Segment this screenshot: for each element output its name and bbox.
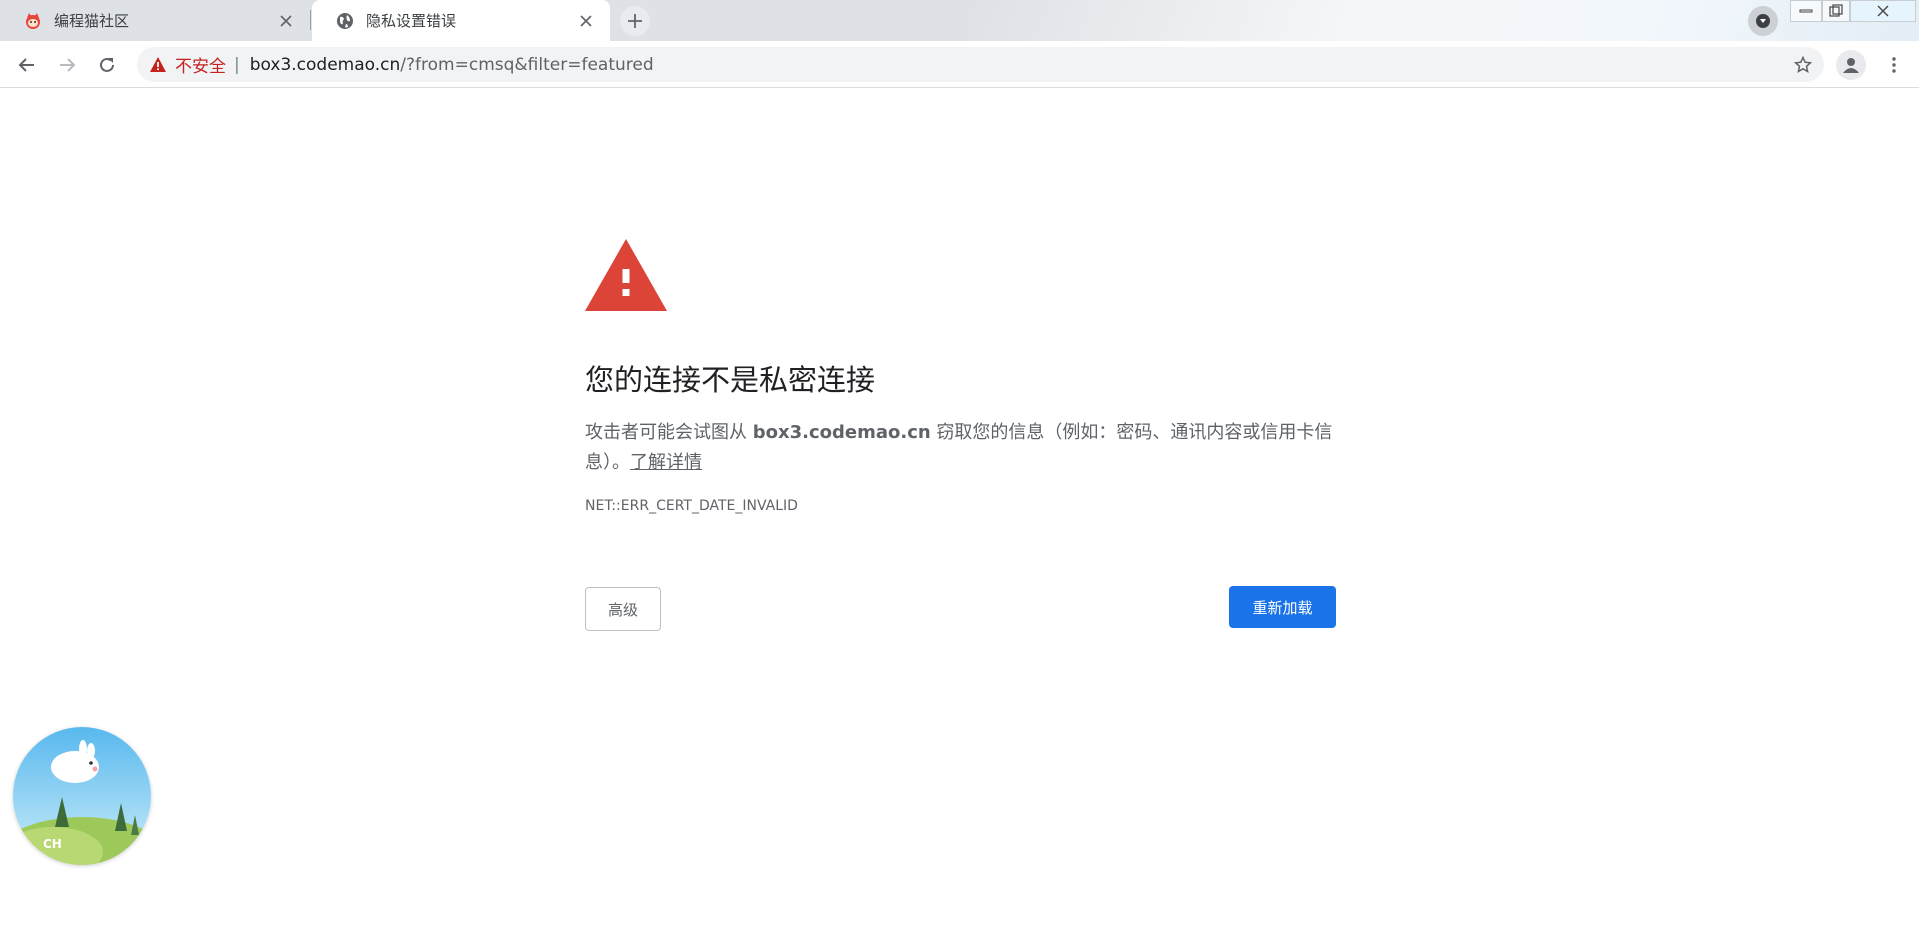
reload-page-button[interactable]: 重新加载 <box>1229 586 1336 628</box>
address-bar[interactable]: 不安全 | box3.codemao.cn /?from=cmsq&filter… <box>137 47 1824 82</box>
close-tab-icon[interactable] <box>274 9 298 33</box>
learn-more-link[interactable]: 了解详情 <box>630 452 702 473</box>
advanced-button[interactable]: 高级 <box>585 587 661 631</box>
close-window-button[interactable] <box>1850 0 1916 22</box>
browser-toolbar: 不安全 | box3.codemao.cn /?from=cmsq&filter… <box>0 41 1919 88</box>
codemao-cat-icon <box>26 12 40 29</box>
avatar-icon <box>1843 58 1859 73</box>
tab-separator <box>310 10 311 30</box>
refresh-icon <box>100 57 114 72</box>
warning-icon <box>150 56 166 72</box>
tab-privacy-error[interactable]: 隐私设置错误 <box>312 0 610 41</box>
chevron-down-icon <box>1756 14 1770 28</box>
url-host: box3.codemao.cn <box>249 54 401 75</box>
browser-menu-button[interactable] <box>1879 50 1909 80</box>
tab-title: 隐私设置错误 <box>366 12 457 30</box>
restore-button[interactable] <box>1822 0 1850 22</box>
back-button[interactable] <box>11 49 43 81</box>
url-path: /?from=cmsq&filter=featured <box>400 54 654 75</box>
ime-floating-widget[interactable]: CH <box>13 727 151 865</box>
more-vertical-icon <box>1892 57 1896 73</box>
error-explanation: 攻击者可能会试图从 box3.codemao.cn 窃取您的信息（例如：密码、通… <box>585 418 1340 478</box>
page-title: 您的连接不是私密连接 <box>585 363 876 397</box>
plus-icon <box>628 14 642 28</box>
close-tab-icon[interactable] <box>574 9 598 33</box>
arrow-right-icon <box>60 58 76 72</box>
forward-button[interactable] <box>51 49 83 81</box>
minimize-icon <box>1799 9 1813 13</box>
arrow-left-icon <box>18 58 34 72</box>
not-secure-label[interactable]: 不安全 <box>175 52 226 77</box>
security-alert-icon <box>585 239 667 311</box>
minimize-button[interactable] <box>1790 0 1822 22</box>
rabbit-scene-icon <box>13 727 151 865</box>
message-prefix: 攻击者可能会试图从 <box>585 422 753 443</box>
close-icon <box>1877 5 1889 17</box>
message-host: box3.codemao.cn <box>752 422 931 443</box>
profile-button[interactable] <box>1836 50 1866 80</box>
reload-button[interactable] <box>91 49 123 81</box>
tab-strip: 编程猫社区 隐私设置错误 <box>0 0 1919 41</box>
tab-title: 编程猫社区 <box>54 12 130 30</box>
bookmark-star-icon[interactable] <box>1790 52 1816 78</box>
globe-icon <box>337 12 353 29</box>
restore-icon <box>1829 4 1843 17</box>
tab-search-button[interactable] <box>1748 6 1778 36</box>
error-code: NET::ERR_CERT_DATE_INVALID <box>585 498 798 514</box>
ime-language-label: CH <box>43 837 62 851</box>
address-divider: | <box>234 54 240 75</box>
interstitial-page: 您的连接不是私密连接 攻击者可能会试图从 box3.codemao.cn 窃取您… <box>0 89 1919 945</box>
new-tab-button[interactable] <box>620 6 650 36</box>
tab-codemao-community[interactable]: 编程猫社区 <box>0 0 310 41</box>
